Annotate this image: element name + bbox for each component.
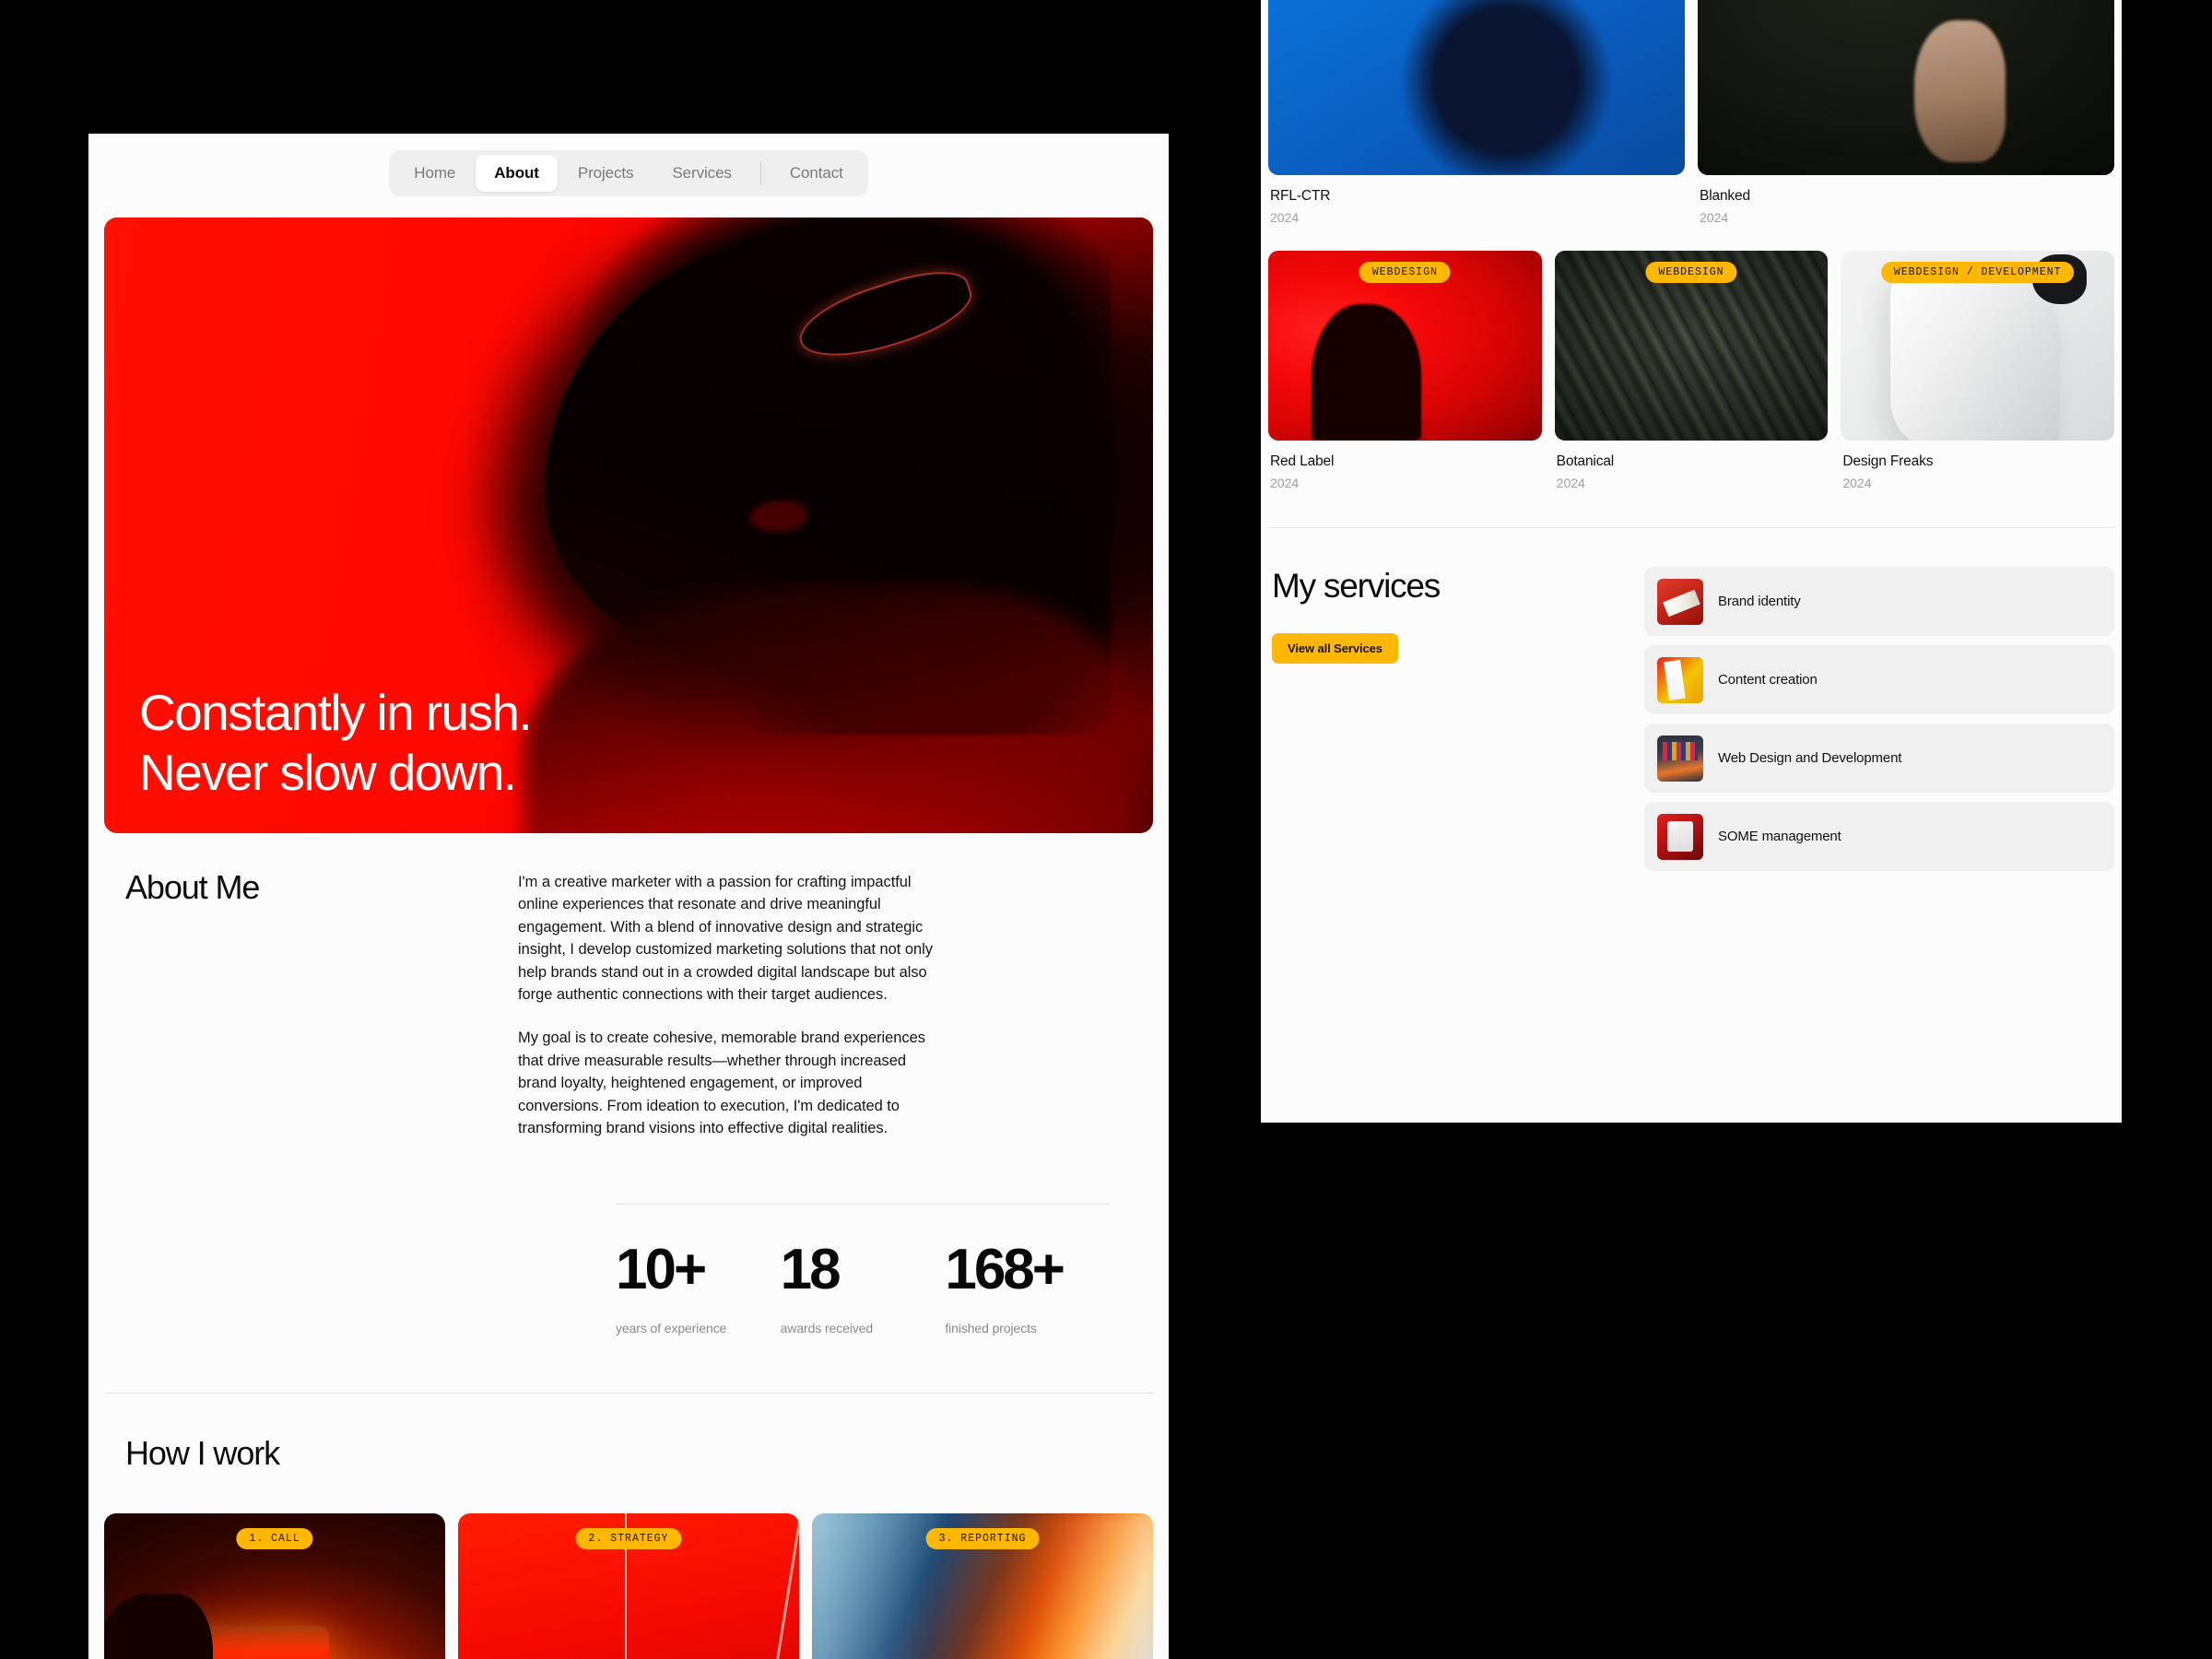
step-badge: 3. REPORTING [925,1528,1040,1550]
service-thumbnail [1657,813,1703,860]
service-label: Brand identity [1718,594,1801,609]
stat-label: awards received [780,1321,874,1336]
service-thumbnail [1657,656,1703,703]
project-name: Red Label [1270,453,1335,469]
stat-value: 168+ [945,1238,1065,1302]
stat-item: 10+ years of experience [616,1204,781,1335]
project-card-rfl-ctr[interactable]: RFL-CTR 2024 [1268,0,1685,225]
project-name: Design Freaks [1842,453,1934,469]
how-i-work-title: How I work [125,1434,280,1473]
stats-row: 10+ years of experience 18 awards receiv… [616,1204,1132,1335]
projects-mid-row: WEBDESIGN Red Label 2024 WEBDESIGN Botan… [1268,251,2115,490]
project-meta: Botanical 2024 [1555,441,1829,490]
nav-item-services[interactable]: Services [653,155,749,192]
hero-banner: Constantly in rush. Never slow down. [104,218,1153,833]
service-thumbnail [1657,735,1703,782]
services-section: My services View all Services Brand iden… [1268,528,2114,871]
nav-pill-group: Home About Projects Services Contact [389,150,868,196]
service-item-some-management[interactable]: SOME management [1644,802,2114,871]
section-divider [104,1393,1153,1394]
project-year: 2024 [1842,476,1872,490]
projects-top-row: RFL-CTR 2024 Blanked 2024 [1268,0,2114,225]
how-i-work-card-call[interactable]: 1. CALL [104,1513,445,1659]
project-year: 2024 [1270,210,1300,225]
nav-item-contact[interactable]: Contact [771,155,862,192]
nav-item-projects[interactable]: Projects [559,155,653,192]
project-meta: Red Label 2024 [1268,441,1542,490]
stat-value: 10+ [616,1238,707,1302]
project-card-red-label[interactable]: WEBDESIGN Red Label 2024 [1268,251,1542,490]
project-year: 2024 [1270,476,1300,490]
hero-headline-line-1: Constantly in rush. [139,684,533,742]
screenshot-stage: Home About Projects Services Contact Con… [0,0,2212,1659]
project-meta: Design Freaks 2024 [1841,441,2114,490]
about-body: I'm a creative marketer with a passion f… [518,865,944,1139]
how-i-work-card-strategy[interactable]: 2. STRATEGY [458,1513,799,1659]
hero-lip-detail [748,500,807,532]
how-i-work-card-reporting[interactable]: 3. REPORTING [812,1513,1153,1659]
hero-headline: Constantly in rush. Never slow down. [139,683,533,802]
services-list: Brand identity Content creation Web Desi… [1644,567,2114,871]
stat-item: 18 awards received [780,1204,946,1336]
how-i-work-cards: 1. CALL 2. STRATEGY 3. REPORTING [104,1513,1153,1659]
step-badge: 1. CALL [236,1528,313,1550]
stat-label: finished projects [945,1321,1037,1336]
hero-headline-line-2: Never slow down. [139,743,517,801]
project-category-badge: WEBDESIGN [1359,262,1451,283]
view-all-services-button[interactable]: View all Services [1272,633,1398,664]
service-item-content-creation[interactable]: Content creation [1644,645,2114,714]
project-category-badge: WEBDESIGN [1645,262,1737,283]
project-name: Botanical [1556,453,1615,469]
project-card-botanical[interactable]: WEBDESIGN Botanical 2024 [1554,251,1829,490]
nav-separator [759,161,761,185]
project-thumbnail [1698,0,2114,175]
project-card-blanked[interactable]: Blanked 2024 [1698,0,2114,225]
project-name: RFL-CTR [1270,188,1331,204]
project-card-design-freaks[interactable]: WEBDESIGN / DEVELOPMENT Design Freaks 20… [1841,251,2115,490]
projects-services-panel: RFL-CTR 2024 Blanked 2024 WEBDESIGN Red … [1261,0,2122,1123]
services-header: My services View all Services [1268,567,1618,871]
project-meta: Blanked 2024 [1698,175,2114,225]
service-label: Content creation [1718,672,1818,688]
project-category-badge: WEBDESIGN / DEVELOPMENT [1880,262,2075,283]
about-paragraph-1: I'm a creative marketer with a passion f… [518,874,933,1004]
nav-item-about[interactable]: About [476,155,558,192]
nav-item-home[interactable]: Home [395,155,474,192]
project-thumbnail: WEBDESIGN [1554,251,1829,441]
about-paragraph-2: My goal is to create cohesive, memorable… [518,1030,925,1137]
stat-item: 168+ finished projects [945,1204,1111,1336]
services-title: My services [1272,567,1441,605]
project-name: Blanked [1700,188,1750,204]
service-label: Web Design and Development [1718,750,1902,766]
project-year: 2024 [1556,476,1585,490]
stat-label: years of experience [616,1321,727,1336]
service-thumbnail [1657,578,1703,625]
project-meta: RFL-CTR 2024 [1268,175,1685,225]
service-item-brand-identity[interactable]: Brand identity [1644,567,2114,636]
top-navigation: Home About Projects Services Contact [88,134,1169,196]
project-thumbnail: WEBDESIGN / DEVELOPMENT [1841,251,2115,441]
service-label: SOME management [1718,829,1841,844]
about-title: About Me [125,868,260,906]
project-thumbnail: WEBDESIGN [1268,251,1542,441]
project-year: 2024 [1700,210,1729,225]
step-badge: 2. STRATEGY [575,1528,682,1550]
about-page-panel: Home About Projects Services Contact Con… [88,134,1169,1659]
stat-value: 18 [780,1238,841,1302]
service-item-web-design[interactable]: Web Design and Development [1644,724,2114,793]
project-thumbnail [1268,0,1685,175]
about-section: About Me I'm a creative marketer with a … [88,833,1169,1139]
